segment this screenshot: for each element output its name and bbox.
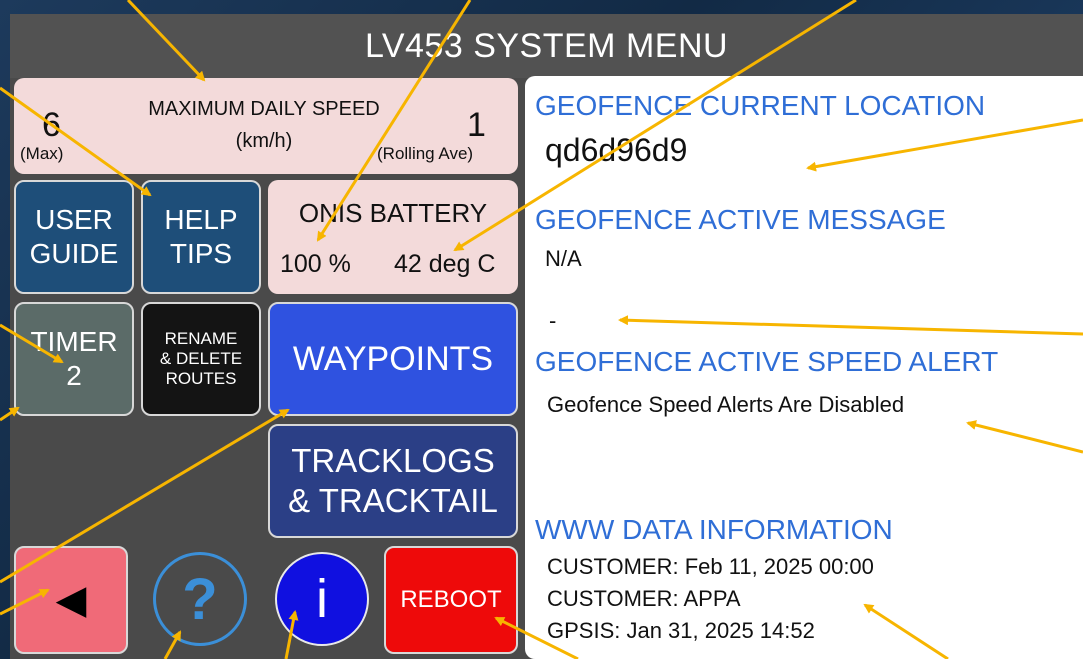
question-mark-icon: ? [182,566,218,632]
geofence-message-extra: - [549,308,557,333]
battery-header: ONIS BATTERY [298,198,488,228]
user-guide-label-line2: GUIDE [29,238,119,269]
max-speed-value: 6 [42,106,61,144]
geofence-location-header: GEOFENCE CURRENT LOCATION [535,90,986,121]
speed-panel-header: MAXIMUM DAILY SPEED [148,98,380,120]
geofence-message-header: GEOFENCE ACTIVE MESSAGE [535,204,946,235]
geofence-location-value: qd6d96d9 [545,132,688,168]
user-guide-button[interactable]: USER GUIDE [14,180,134,294]
rolling-average-value: 1 [467,106,486,144]
tracklogs-tracktail-button[interactable]: TRACKLOGS & TRACKTAIL [268,424,518,538]
www-data-line: CUSTOMER: APPA [547,586,741,611]
battery-percent: 100 % [280,250,351,278]
geofence-speed-alert-value: Geofence Speed Alerts Are Disabled [547,392,905,417]
system-menu-screen: LV453 SYSTEM MENU 6 (Max) MAXIMUM DAILY … [10,14,1083,659]
geofence-message-value: N/A [545,246,582,271]
rename-label-line2: & DELETE [159,349,243,368]
battery-temperature: 42 deg C [394,250,496,278]
tracklogs-label-line2: & TRACKTAIL [288,482,498,519]
info-icon: i [316,569,328,629]
reboot-button[interactable]: REBOOT [384,546,518,654]
max-speed-label: (Max) [20,144,64,163]
page-title: LV453 SYSTEM MENU [10,14,1083,78]
help-tips-button[interactable]: HELP TIPS [141,180,261,294]
tracklogs-label-line1: TRACKLOGS [291,442,495,479]
help-tips-label-line1: HELP [164,204,238,235]
waypoints-button[interactable]: WAYPOINTS [268,302,518,416]
user-guide-label-line1: USER [35,204,113,235]
help-tips-label-line2: TIPS [169,238,233,269]
rename-label-line3: ROUTES [165,369,237,388]
www-data-header: WWW DATA INFORMATION [535,514,893,545]
geofence-info-panel: GEOFENCE CURRENT LOCATION qd6d96d9 GEOFE… [525,76,1083,659]
help-button[interactable]: ? [153,552,247,646]
max-daily-speed-panel: 6 (Max) MAXIMUM DAILY SPEED (km/h) 1 (Ro… [14,78,518,174]
reboot-label: REBOOT [400,586,502,613]
rename-label-line1: RENAME [164,329,238,348]
rename-delete-routes-button[interactable]: RENAME & DELETE ROUTES [141,302,261,416]
www-data-line: CUSTOMER: Feb 11, 2025 00:00 [547,554,874,579]
back-button[interactable]: ◀ [14,546,128,654]
info-button[interactable]: i [275,552,369,646]
timer-value: 2 [66,360,82,391]
waypoints-label: WAYPOINTS [292,339,494,378]
onis-battery-panel: ONIS BATTERY 100 % 42 deg C [268,180,518,294]
rolling-average-label: (Rolling Ave) [377,144,474,163]
www-data-line: GPSIS: Jan 31, 2025 14:52 [547,618,815,643]
geofence-speed-alert-header: GEOFENCE ACTIVE SPEED ALERT [535,346,999,377]
timer-label: TIMER [30,326,118,357]
timer-button[interactable]: TIMER 2 [14,302,134,416]
back-arrow-icon: ◀ [55,578,87,622]
speed-panel-unit: (km/h) [235,130,293,152]
